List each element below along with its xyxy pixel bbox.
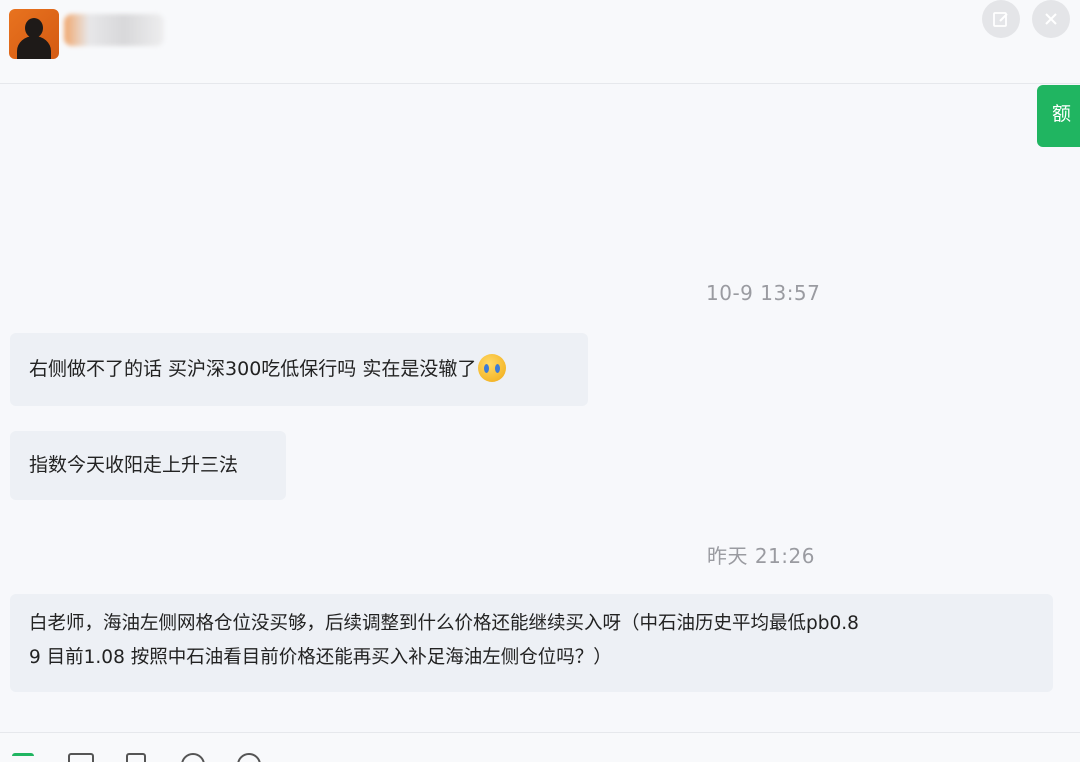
clock-icon[interactable]: [237, 753, 261, 762]
crying-face-icon: [478, 353, 507, 382]
close-icon-glyph: [1045, 13, 1057, 25]
edit-icon[interactable]: [982, 0, 1020, 38]
message-timestamp: 10-9 13:57: [706, 281, 821, 305]
contact-name-blurred: [64, 14, 164, 46]
edit-icon-glyph: [993, 12, 1008, 27]
avatar-head-shape: [25, 18, 43, 38]
message-text: 右侧做不了的话 买沪深300吃低保行吗 实在是没辙了: [29, 358, 477, 380]
avatar[interactable]: [9, 9, 59, 59]
message-bubble[interactable]: 指数今天收阳走上升三法: [10, 431, 286, 500]
message-text-line: 9 目前1.08 按照中石油看目前价格还能再买入补足海油左侧仓位吗？）: [29, 647, 612, 668]
text-format-icon[interactable]: [12, 753, 34, 762]
avatar-body-shape: [17, 36, 51, 59]
message-bubble[interactable]: 右侧做不了的话 买沪深300吃低保行吗 实在是没辙了: [10, 333, 588, 406]
chat-header: [0, 0, 1080, 84]
message-bubble[interactable]: 白老师，海油左侧网格仓位没买够，后续调整到什么价格还能继续买入呀（中石油历史平均…: [10, 594, 1053, 692]
message-text-line: 白老师，海油左侧网格仓位没买够，后续调整到什么价格还能继续买入呀（中石油历史平均…: [29, 613, 859, 634]
message-text: 指数今天收阳走上升三法: [29, 454, 239, 476]
side-tab-label: 额: [1052, 103, 1072, 125]
emoji-icon[interactable]: [181, 753, 205, 762]
document-icon[interactable]: [126, 753, 146, 762]
close-icon[interactable]: [1032, 0, 1070, 38]
input-toolbar: [0, 732, 1080, 762]
side-tab[interactable]: 额: [1037, 85, 1080, 147]
folder-icon[interactable]: [68, 753, 94, 762]
message-timestamp: 昨天 21:26: [707, 544, 815, 568]
